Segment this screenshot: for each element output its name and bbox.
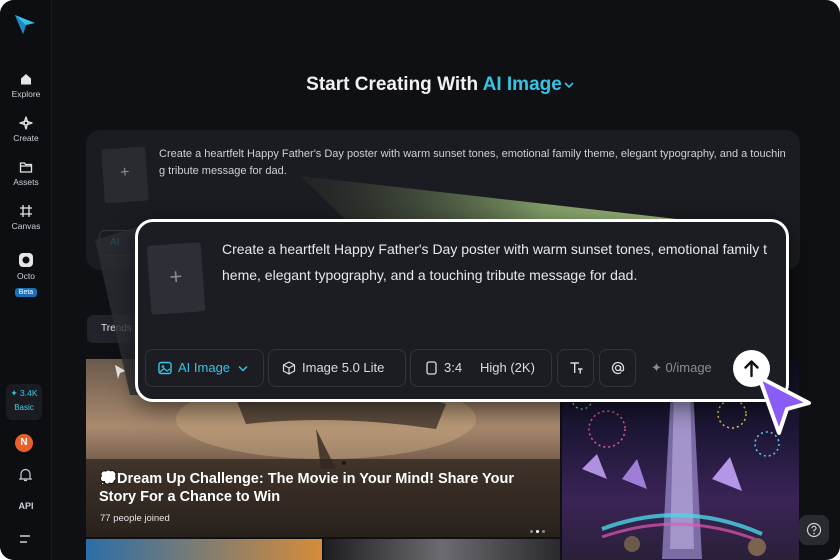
reference-image-upload[interactable]: + xyxy=(146,242,206,315)
pointer-cursor-icon xyxy=(757,375,811,435)
cube-icon xyxy=(282,361,296,375)
at-sign-icon xyxy=(611,361,625,375)
image-icon xyxy=(158,361,172,375)
ratio-label: 3:4 xyxy=(444,360,463,375)
ratio-quality-button[interactable]: 3:4 High (2K) xyxy=(410,349,552,387)
text-style-button[interactable] xyxy=(557,349,594,387)
prompt-input[interactable]: Create a heartfelt Happy Father's Day po… xyxy=(222,236,770,288)
chevron-down-icon xyxy=(238,365,248,372)
model-select-button[interactable]: Image 5.0 Lite xyxy=(268,349,406,387)
mode-select-button[interactable]: AI Image xyxy=(145,349,264,387)
mode-select-label: AI Image xyxy=(178,360,231,375)
app-window: Explore Create Assets Canvas Octo Beta ✦… xyxy=(0,0,840,560)
plus-icon: + xyxy=(168,263,184,290)
model-select-label: Image 5.0 Lite xyxy=(302,360,385,375)
quality-label: High (2K) xyxy=(480,360,535,375)
text-format-icon xyxy=(570,362,583,374)
mention-button[interactable] xyxy=(599,349,636,387)
credit-cost: ✦ 0/image xyxy=(651,360,712,375)
sparkle-icon: ✦ xyxy=(651,360,662,375)
aspect-ratio-icon xyxy=(426,361,437,375)
